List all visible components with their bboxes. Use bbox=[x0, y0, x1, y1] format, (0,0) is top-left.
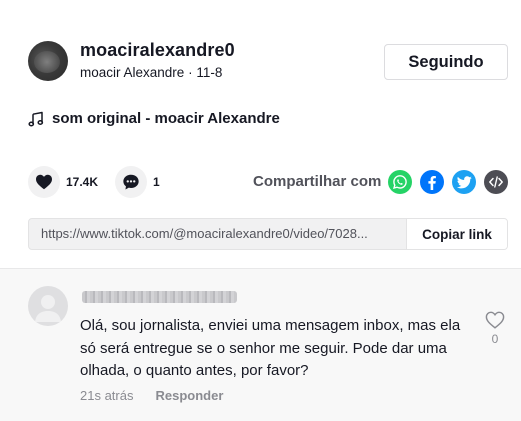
embed-icon bbox=[489, 176, 503, 188]
like-count: 17.4K bbox=[66, 175, 99, 189]
share-twitter-button[interactable] bbox=[452, 170, 476, 194]
share-whatsapp-button[interactable] bbox=[388, 170, 412, 194]
comment-like-count: 0 bbox=[491, 332, 499, 346]
comment-time: 21s atrás bbox=[80, 388, 134, 403]
author-username[interactable]: moaciralexandre0 bbox=[80, 40, 235, 61]
default-avatar-icon bbox=[35, 295, 61, 322]
share-embed-button[interactable] bbox=[484, 170, 508, 194]
music-note-icon bbox=[28, 111, 44, 126]
share-facebook-button[interactable] bbox=[420, 170, 444, 194]
subline-separator: · bbox=[184, 65, 197, 80]
following-button[interactable]: Seguindo bbox=[384, 44, 508, 80]
share-label: Compartilhar com bbox=[253, 173, 382, 190]
commenter-name-redacted[interactable] bbox=[82, 291, 237, 303]
comment-meta: 21s atrás Responder bbox=[80, 388, 223, 403]
post-date: 11-8 bbox=[196, 65, 223, 80]
comment-text: Olá, sou jornalista, enviei uma mensagem… bbox=[80, 317, 461, 379]
video-url[interactable]: https://www.tiktok.com/@moaciralexandre0… bbox=[29, 219, 406, 249]
whatsapp-icon bbox=[393, 175, 407, 189]
copy-link-bar: https://www.tiktok.com/@moaciralexandre0… bbox=[28, 218, 508, 250]
like-button[interactable] bbox=[28, 166, 60, 198]
copy-link-button[interactable]: Copiar link bbox=[406, 219, 507, 249]
comments-section: Olá, sou jornalista, enviei uma mensagem… bbox=[0, 268, 521, 421]
author-avatar[interactable] bbox=[28, 41, 68, 81]
comment-count: 1 bbox=[153, 175, 160, 189]
comment-like-button[interactable]: 0 bbox=[484, 311, 506, 346]
facebook-icon bbox=[428, 176, 436, 190]
heart-outline-icon bbox=[485, 311, 505, 329]
comment-button[interactable] bbox=[115, 166, 147, 198]
reply-button[interactable]: Responder bbox=[155, 388, 223, 403]
avatar-image bbox=[34, 51, 60, 73]
music-link[interactable]: som original - moacir Alexandre bbox=[28, 110, 280, 127]
author-subline: moacir Alexandre · 11-8 bbox=[80, 65, 222, 80]
commenter-avatar[interactable] bbox=[28, 286, 68, 326]
music-title: som original - moacir Alexandre bbox=[52, 110, 280, 127]
twitter-icon bbox=[456, 175, 472, 188]
author-display-name: moacir Alexandre bbox=[80, 65, 185, 80]
comment-icon bbox=[123, 174, 139, 190]
heart-icon bbox=[36, 174, 52, 190]
